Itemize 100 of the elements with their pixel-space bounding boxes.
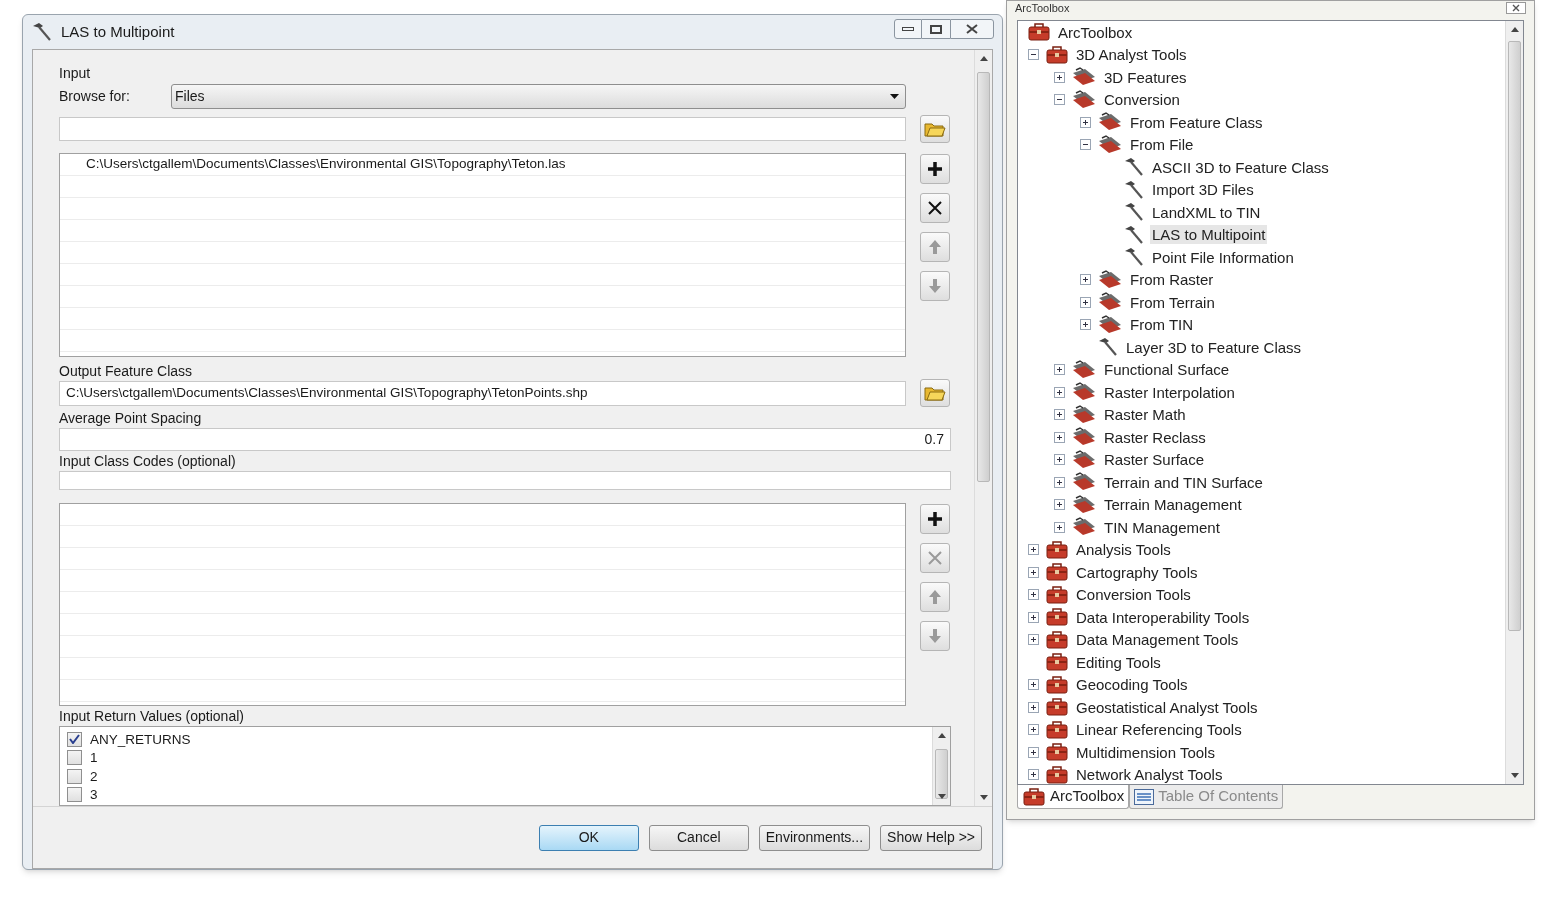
input-field[interactable]: C:\Users\ctgallem\Documents\Classes\Environmental GIS\Topography\TetonPoints.shp (59, 380, 906, 406)
scroll-down-icon[interactable] (980, 795, 988, 800)
tree-item[interactable]: Analysis Tools (1074, 540, 1173, 560)
input-field[interactable] (59, 117, 906, 141)
expand-toggle[interactable] (1027, 566, 1039, 578)
browse-dropdown[interactable]: Files (171, 84, 906, 109)
tree-item[interactable]: Raster Math (1102, 405, 1188, 425)
expand-toggle[interactable] (1027, 589, 1039, 601)
collapse-toggle[interactable] (1053, 94, 1065, 106)
collapse-toggle[interactable] (1079, 139, 1091, 151)
scrollbar[interactable] (1505, 21, 1523, 784)
input-field[interactable] (59, 471, 951, 490)
tree-item[interactable]: From File (1128, 135, 1196, 155)
expand-toggle[interactable] (1053, 521, 1065, 533)
scrollbar[interactable] (974, 50, 992, 806)
dialog-button[interactable]: Show Help >> (880, 824, 982, 851)
tree-item[interactable]: Conversion Tools (1074, 585, 1193, 605)
tree-item[interactable]: Geostatistical Analyst Tools (1074, 697, 1260, 717)
checkbox[interactable] (67, 768, 82, 784)
expand-toggle[interactable] (1027, 611, 1039, 623)
scroll-up-icon[interactable] (938, 733, 946, 738)
browse-button[interactable] (920, 379, 950, 407)
expand-toggle[interactable] (1027, 746, 1039, 758)
tree-item[interactable]: Network Analyst Tools (1074, 765, 1225, 784)
expand-toggle[interactable] (1079, 116, 1091, 128)
tree-item[interactable]: Data Interoperability Tools (1074, 607, 1252, 627)
tree-item[interactable]: Raster Interpolation (1102, 382, 1237, 402)
scroll-up-icon[interactable] (1511, 27, 1519, 32)
expand-toggle[interactable] (1027, 634, 1039, 646)
dialog-button[interactable]: Cancel (648, 824, 749, 851)
file-path[interactable]: C:\Users\ctgallem\Documents\Classes\Environmental GIS\Topography\Teton.las (86, 154, 566, 175)
scroll-down-icon[interactable] (1511, 773, 1519, 778)
checkbox[interactable] (67, 731, 82, 747)
expand-toggle[interactable] (1053, 499, 1065, 511)
checkbox-label: 2 (90, 768, 98, 784)
expand-toggle[interactable] (1079, 319, 1091, 331)
tree-item[interactable]: Import 3D Files (1150, 180, 1256, 200)
scrollbar[interactable] (932, 727, 950, 805)
tree-item[interactable]: ASCII 3D to Feature Class (1150, 157, 1331, 177)
close-button[interactable] (1506, 2, 1526, 14)
expand-toggle[interactable] (1053, 454, 1065, 466)
tree-item[interactable]: Terrain and TIN Surface (1102, 472, 1265, 492)
tree-item[interactable]: Raster Surface (1102, 450, 1207, 470)
expand-toggle[interactable] (1053, 476, 1065, 488)
list-action-button[interactable] (920, 504, 950, 534)
tree-item[interactable]: Geocoding Tools (1074, 675, 1190, 695)
panel-tab[interactable]: ArcToolbox (1017, 785, 1130, 809)
expand-toggle[interactable] (1027, 679, 1039, 691)
expand-toggle[interactable] (1027, 701, 1039, 713)
maximize-button[interactable] (922, 19, 950, 39)
dialog-button[interactable]: OK (538, 824, 639, 851)
tree-item[interactable]: From Terrain (1128, 292, 1217, 312)
toolset-icon (1097, 134, 1123, 155)
tree-item[interactable]: 3D Features (1102, 67, 1189, 87)
expand-toggle[interactable] (1053, 386, 1065, 398)
tree-item[interactable]: TIN Management (1102, 517, 1222, 537)
toolbox-icon (1045, 629, 1069, 650)
caret-icon (890, 94, 899, 99)
tree-item[interactable]: From TIN (1128, 315, 1196, 335)
tree-item[interactable]: Editing Tools (1074, 652, 1163, 672)
tree-item[interactable]: Cartography Tools (1074, 562, 1200, 582)
expand-toggle[interactable] (1053, 431, 1065, 443)
tree-item[interactable]: From Feature Class (1128, 112, 1265, 132)
expand-toggle[interactable] (1053, 409, 1065, 421)
tree-item[interactable]: LandXML to TIN (1150, 202, 1263, 222)
input-field[interactable]: 0.7 (59, 428, 951, 451)
field-label: Input Class Codes (optional) (59, 453, 237, 469)
checkbox[interactable] (67, 787, 82, 803)
tree-item[interactable]: Linear Referencing Tools (1074, 720, 1244, 740)
checkbox[interactable] (67, 750, 82, 766)
expand-toggle[interactable] (1079, 296, 1091, 308)
expand-toggle[interactable] (1027, 724, 1039, 736)
toolbox-icon (1022, 786, 1046, 807)
collapse-toggle[interactable] (1027, 49, 1039, 61)
tree-item[interactable]: Terrain Management (1102, 495, 1244, 515)
expand-toggle[interactable] (1027, 544, 1039, 556)
tree-item[interactable]: Raster Reclass (1102, 427, 1208, 447)
expand-toggle[interactable] (1053, 364, 1065, 376)
field-label: Browse for: (59, 87, 131, 106)
tree-item[interactable]: Point File Information (1150, 247, 1296, 267)
browse-button[interactable] (920, 115, 950, 143)
list-action-button[interactable] (920, 154, 950, 184)
tree-item[interactable]: Multidimension Tools (1074, 742, 1217, 762)
minimize-button[interactable] (894, 19, 922, 39)
list-action-button[interactable] (920, 193, 950, 223)
expand-toggle[interactable] (1053, 71, 1065, 83)
dialog-button[interactable]: Environments... (758, 824, 871, 851)
tree-item[interactable]: Data Management Tools (1074, 630, 1241, 650)
tree-item[interactable]: LAS to Multipoint (1150, 225, 1268, 245)
tree-item[interactable]: Layer 3D to Feature Class (1124, 337, 1304, 357)
tree-item[interactable]: From Raster (1128, 270, 1216, 290)
tree-item[interactable]: 3D Analyst Tools (1074, 45, 1189, 65)
scroll-down-icon[interactable] (938, 794, 946, 799)
tree-item[interactable]: Conversion (1102, 90, 1182, 110)
expand-toggle[interactable] (1027, 769, 1039, 781)
expand-toggle[interactable] (1079, 274, 1091, 286)
tree-item[interactable]: ArcToolbox (1056, 22, 1135, 42)
tree-item[interactable]: Functional Surface (1102, 360, 1232, 380)
close-button[interactable] (950, 19, 994, 39)
scroll-up-icon[interactable] (980, 56, 988, 61)
